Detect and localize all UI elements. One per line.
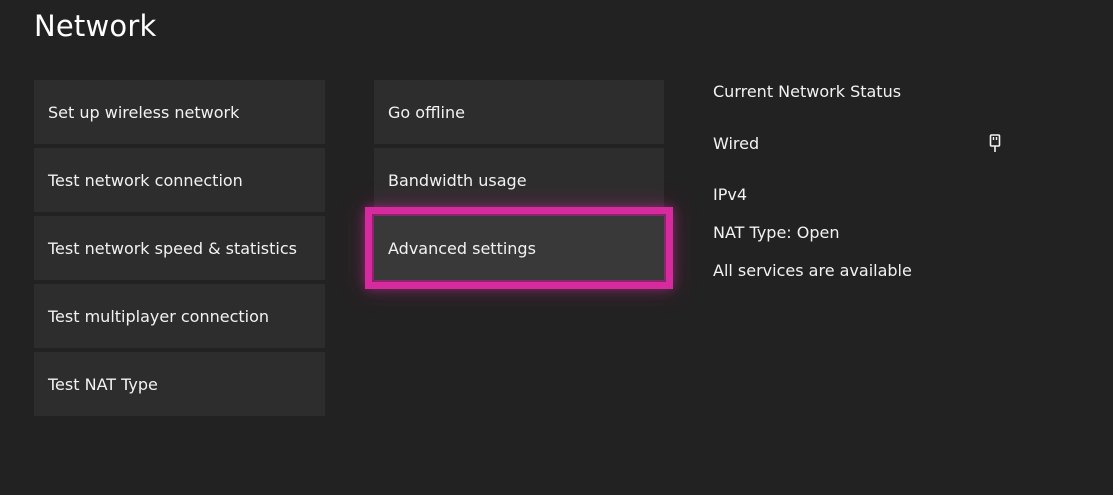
page-title: Network <box>34 9 157 43</box>
ethernet-plug-icon <box>989 134 1001 152</box>
go-offline-button[interactable]: Go offline <box>374 80 664 144</box>
test-network-speed-button[interactable]: Test network speed & statistics <box>34 216 325 280</box>
test-network-connection-button[interactable]: Test network connection <box>34 148 325 212</box>
ip-version: IPv4 <box>713 185 748 204</box>
bandwidth-usage-button[interactable]: Bandwidth usage <box>374 148 664 212</box>
nat-type-status: NAT Type: Open <box>713 223 840 242</box>
advanced-settings-button[interactable]: Advanced settings <box>365 207 673 289</box>
test-nat-type-button[interactable]: Test NAT Type <box>34 352 325 416</box>
setup-wireless-network-button[interactable]: Set up wireless network <box>34 80 325 144</box>
network-status-heading: Current Network Status <box>713 82 902 101</box>
connection-type: Wired <box>713 134 760 153</box>
test-multiplayer-connection-button[interactable]: Test multiplayer connection <box>34 284 325 348</box>
services-status: All services are available <box>713 261 912 280</box>
